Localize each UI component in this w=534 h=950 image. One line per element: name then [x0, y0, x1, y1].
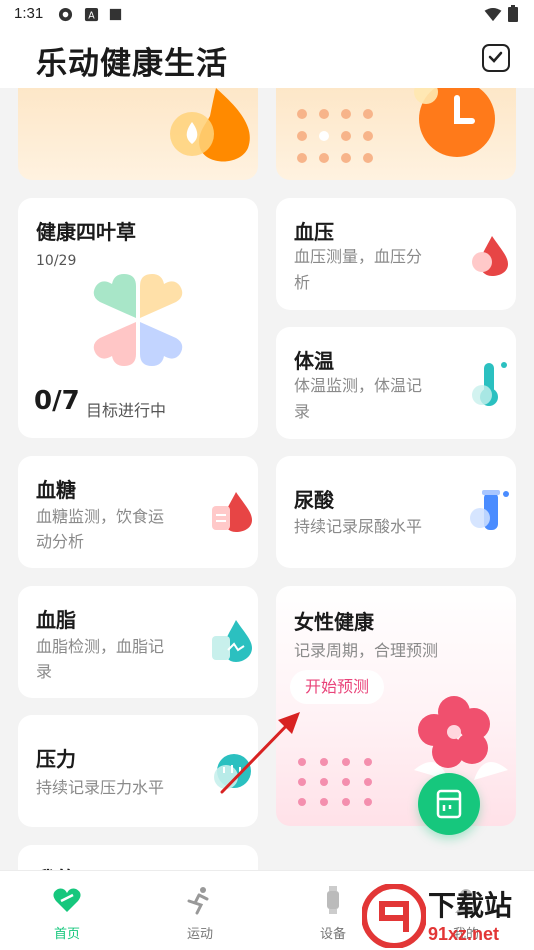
temperature-sub-2: 录 [294, 402, 311, 421]
blood-sugar-icon [212, 492, 252, 532]
status-bar: 1:31 A [0, 0, 534, 30]
female-health-title: 女性健康 [294, 610, 374, 634]
nav-item-home[interactable]: 首页 [12, 871, 122, 950]
watermark: 下载站 91xz.net [362, 884, 532, 948]
blood-pressure-sub-1: 血压测量，血压分 [294, 247, 423, 266]
watermark-logo-icon [362, 884, 426, 948]
nav-label-home: 首页 [53, 927, 80, 942]
watch-device-icon [327, 886, 339, 914]
notification-status-icon [109, 8, 122, 21]
female-health-card[interactable]: 女性健康 记录周期，合理预测 [276, 586, 516, 826]
uric-acid-title: 尿酸 [294, 488, 334, 512]
status-time: 1:31 [14, 5, 44, 22]
test-tube-icon [470, 490, 509, 530]
stress-title: 压力 [36, 747, 76, 771]
uric-acid-card[interactable]: 尿酸 持续记录尿酸水平 [276, 456, 516, 568]
blood-lipid-sub-2: 录 [36, 662, 53, 681]
blood-pressure-sub-2: 析 [294, 273, 311, 292]
dots-grid-icon [297, 109, 373, 163]
blood-lipid-icon [212, 620, 252, 662]
watermark-title: 下载站 [428, 889, 513, 922]
clover-card[interactable]: 健康四叶草 10/29 0/7 目标进行中 [18, 198, 258, 438]
female-health-sub-1: 记录周期，合理预测 [294, 641, 439, 660]
calorie-card[interactable] [18, 88, 258, 180]
blood-lipid-title: 血脂 [36, 608, 76, 632]
clover-score: 0/7 [34, 386, 80, 416]
blood-pressure-card[interactable]: 血压 血压测量，血压分 析 [276, 198, 516, 310]
running-icon [187, 887, 209, 915]
temperature-sub-1: 体温监测，体温记 [294, 376, 423, 395]
clover-icon [93, 274, 183, 366]
ruler-icon [436, 789, 462, 819]
blood-sugar-sub-2: 动分析 [36, 532, 85, 551]
battery-icon [508, 5, 518, 22]
nav-item-sport[interactable]: 运动 [145, 871, 255, 950]
watermark-url: 91xz.net [428, 924, 500, 944]
app-status-icon: A [84, 7, 99, 21]
temperature-title: 体温 [294, 349, 334, 373]
stress-sub-1: 持续记录压力水平 [36, 778, 165, 797]
blood-sugar-card[interactable]: 血糖 血糖监测，饮食运 动分析 [18, 456, 258, 568]
blood-sugar-sub-1: 血糖监测，饮食运 [36, 507, 165, 526]
nav-label-sport: 运动 [186, 927, 213, 942]
start-predict-button[interactable]: 开始预测 [290, 670, 384, 704]
clock-icon [414, 88, 495, 157]
clover-score-label: 目标进行中 [86, 401, 167, 420]
blood-sugar-title: 血糖 [36, 478, 76, 502]
svg-text:A: A [88, 10, 95, 21]
thermometer-icon [472, 362, 507, 406]
blood-pressure-title: 血压 [294, 220, 334, 244]
clover-date: 10/29 [36, 253, 77, 269]
page-title: 乐动健康生活 [36, 46, 228, 82]
blood-lipid-sub-1: 血脂检测，血脂记 [36, 637, 165, 656]
home-heart-icon [53, 888, 81, 912]
clover-title: 健康四叶草 [36, 220, 136, 244]
app-header: 乐动健康生活 [0, 30, 534, 88]
uric-acid-sub-1: 持续记录尿酸水平 [294, 517, 423, 536]
annotation-arrow [220, 712, 300, 794]
floating-action-button[interactable] [418, 773, 480, 835]
watch-icon[interactable] [482, 44, 510, 72]
wifi-icon [484, 7, 502, 22]
dots-pattern-icon [298, 758, 372, 806]
settings-status-icon [58, 7, 73, 22]
clock-card[interactable] [276, 88, 516, 180]
fire-icon [170, 88, 250, 162]
temperature-card[interactable]: 体温 体温监测，体温记 录 [276, 327, 516, 439]
blood-drop-icon [472, 236, 508, 276]
blood-lipid-card[interactable]: 血脂 血脂检测，血脂记 录 [18, 586, 258, 698]
